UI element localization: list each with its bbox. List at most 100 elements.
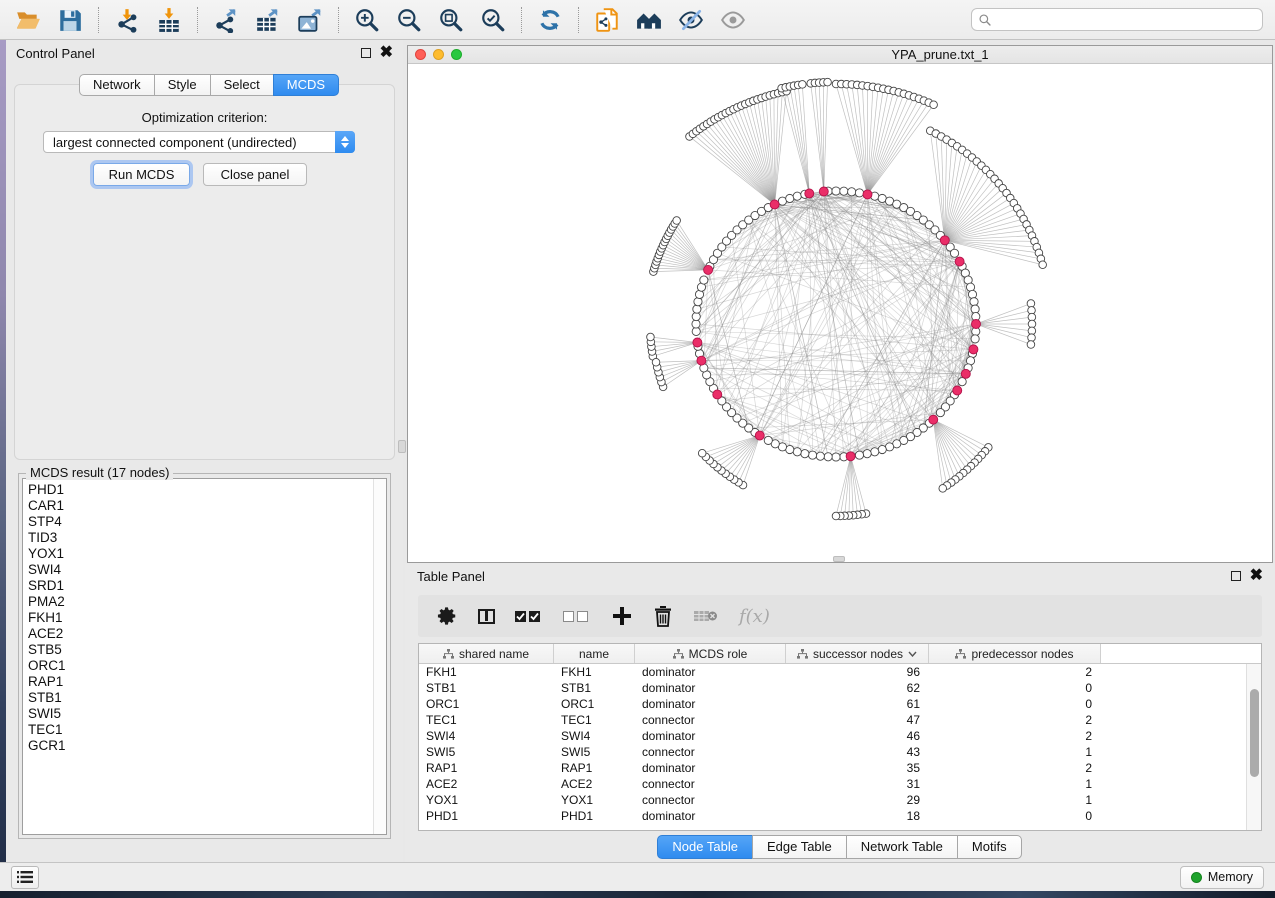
dominator-node[interactable] <box>929 415 938 424</box>
network-node[interactable] <box>786 194 794 202</box>
network-node[interactable] <box>700 276 708 284</box>
column-settings-gear-icon[interactable] <box>436 605 458 627</box>
dominator-node[interactable] <box>846 452 855 461</box>
network-window-titlebar[interactable]: YPA_prune.txt_1 <box>408 46 1272 64</box>
dominator-node[interactable] <box>955 257 964 266</box>
tab-network-table[interactable]: Network Table <box>846 835 958 859</box>
delete-row-trash-icon[interactable] <box>653 605 673 627</box>
network-node[interactable] <box>871 448 879 456</box>
hide-selected-button[interactable] <box>671 4 711 36</box>
network-node[interactable] <box>855 189 863 197</box>
window-minimize-icon[interactable] <box>433 49 444 60</box>
network-node[interactable] <box>950 249 958 257</box>
split-columns-icon[interactable] <box>478 609 495 624</box>
satellite-node[interactable] <box>647 333 655 341</box>
network-node[interactable] <box>832 453 840 461</box>
duplicate-network-button[interactable] <box>587 4 627 36</box>
network-node[interactable] <box>971 335 979 343</box>
satellite-node[interactable] <box>799 81 807 89</box>
dominator-node[interactable] <box>704 265 713 274</box>
dominator-node[interactable] <box>697 356 706 365</box>
column-header-shared-name[interactable]: shared name <box>419 644 554 663</box>
network-node[interactable] <box>692 327 700 335</box>
export-image-button[interactable] <box>290 4 330 36</box>
table-row[interactable]: TEC1TEC1connector472 <box>419 712 1245 728</box>
column-header-name[interactable]: name <box>554 644 635 663</box>
mcds-result-item[interactable]: CAR1 <box>28 498 386 514</box>
satellite-node[interactable] <box>698 449 706 457</box>
close-panel-icon[interactable]: ✖ <box>1250 571 1263 581</box>
network-node[interactable] <box>801 450 809 458</box>
dominator-node[interactable] <box>713 390 722 399</box>
network-node[interactable] <box>848 188 856 196</box>
zoom-in-button[interactable] <box>347 4 387 36</box>
satellite-node[interactable] <box>832 512 840 520</box>
close-panel-icon[interactable]: ✖ <box>380 48 393 58</box>
mcds-result-item[interactable]: TEC1 <box>28 722 386 738</box>
tab-network[interactable]: Network <box>79 74 155 96</box>
show-panels-list-button[interactable] <box>11 866 39 889</box>
close-panel-button[interactable]: Close panel <box>203 163 307 186</box>
mcds-result-item[interactable]: TID3 <box>28 530 386 546</box>
mcds-result-item[interactable]: FKH1 <box>28 610 386 626</box>
table-row[interactable]: ORC1ORC1dominator610 <box>419 696 1245 712</box>
table-scrollbar-thumb[interactable] <box>1250 689 1259 777</box>
table-row[interactable]: YOX1YOX1connector291 <box>419 792 1245 808</box>
mcds-result-item[interactable]: SWI5 <box>28 706 386 722</box>
import-network-button[interactable] <box>107 4 147 36</box>
table-row[interactable]: SWI5SWI5connector431 <box>419 744 1245 760</box>
dominator-node[interactable] <box>961 369 970 378</box>
network-node[interactable] <box>832 187 840 195</box>
tab-motifs[interactable]: Motifs <box>957 835 1022 859</box>
mcds-result-item[interactable]: ACE2 <box>28 626 386 642</box>
network-node[interactable] <box>958 378 966 386</box>
dominator-node[interactable] <box>940 236 949 245</box>
search-input[interactable] <box>992 13 1256 27</box>
network-node[interactable] <box>793 448 801 456</box>
open-session-button[interactable] <box>8 4 48 36</box>
save-session-button[interactable] <box>50 4 90 36</box>
export-network-button[interactable] <box>206 4 246 36</box>
horizontal-splitter-grip[interactable] <box>833 556 845 562</box>
add-row-icon[interactable] <box>611 605 633 627</box>
satellite-node[interactable] <box>652 358 660 366</box>
satellite-node[interactable] <box>1027 341 1035 349</box>
dominator-node[interactable] <box>755 431 764 440</box>
network-node[interactable] <box>764 436 772 444</box>
satellite-node[interactable] <box>1039 261 1047 269</box>
mcds-result-scrollbar[interactable] <box>373 479 386 834</box>
mcds-result-item[interactable]: ORC1 <box>28 658 386 674</box>
zoom-selected-button[interactable] <box>473 4 513 36</box>
tab-select[interactable]: Select <box>210 74 274 96</box>
float-panel-icon[interactable] <box>361 48 371 58</box>
search-box[interactable] <box>971 8 1263 31</box>
column-header-mcds-role[interactable]: MCDS role <box>635 644 786 663</box>
network-node[interactable] <box>694 298 702 306</box>
mcds-result-item[interactable]: PMA2 <box>28 594 386 610</box>
mcds-result-item[interactable]: STP4 <box>28 514 386 530</box>
network-node[interactable] <box>692 320 700 328</box>
vertical-splitter-grip[interactable] <box>398 440 406 453</box>
table-row[interactable]: FKH1FKH1dominator962 <box>419 664 1245 680</box>
mcds-result-item[interactable]: SRD1 <box>28 578 386 594</box>
import-table-button[interactable] <box>149 4 189 36</box>
select-all-checkboxes-icon[interactable] <box>515 611 543 622</box>
mcds-result-item[interactable]: RAP1 <box>28 674 386 690</box>
network-node[interactable] <box>936 409 944 417</box>
satellite-node[interactable] <box>673 217 681 225</box>
mcds-result-item[interactable]: PHD1 <box>28 482 386 498</box>
dominator-node[interactable] <box>863 190 872 199</box>
mcds-result-listbox[interactable]: PHD1CAR1STP4TID3YOX1SWI4SRD1PMA2FKH1ACE2… <box>22 478 387 835</box>
dominator-node[interactable] <box>819 187 828 196</box>
sort-chevron-icon[interactable] <box>908 651 917 657</box>
column-header-successor-nodes[interactable]: successor nodes <box>786 644 929 663</box>
tab-mcds[interactable]: MCDS <box>273 74 339 96</box>
zoom-out-button[interactable] <box>389 4 429 36</box>
satellite-node[interactable] <box>930 101 938 109</box>
dominator-node[interactable] <box>770 200 779 209</box>
network-node[interactable] <box>971 305 979 313</box>
function-builder-icon[interactable]: f(x) <box>739 606 770 627</box>
memory-button[interactable]: Memory <box>1180 866 1264 889</box>
dominator-node[interactable] <box>805 189 814 198</box>
table-row[interactable]: PHD1PHD1dominator180 <box>419 808 1245 824</box>
